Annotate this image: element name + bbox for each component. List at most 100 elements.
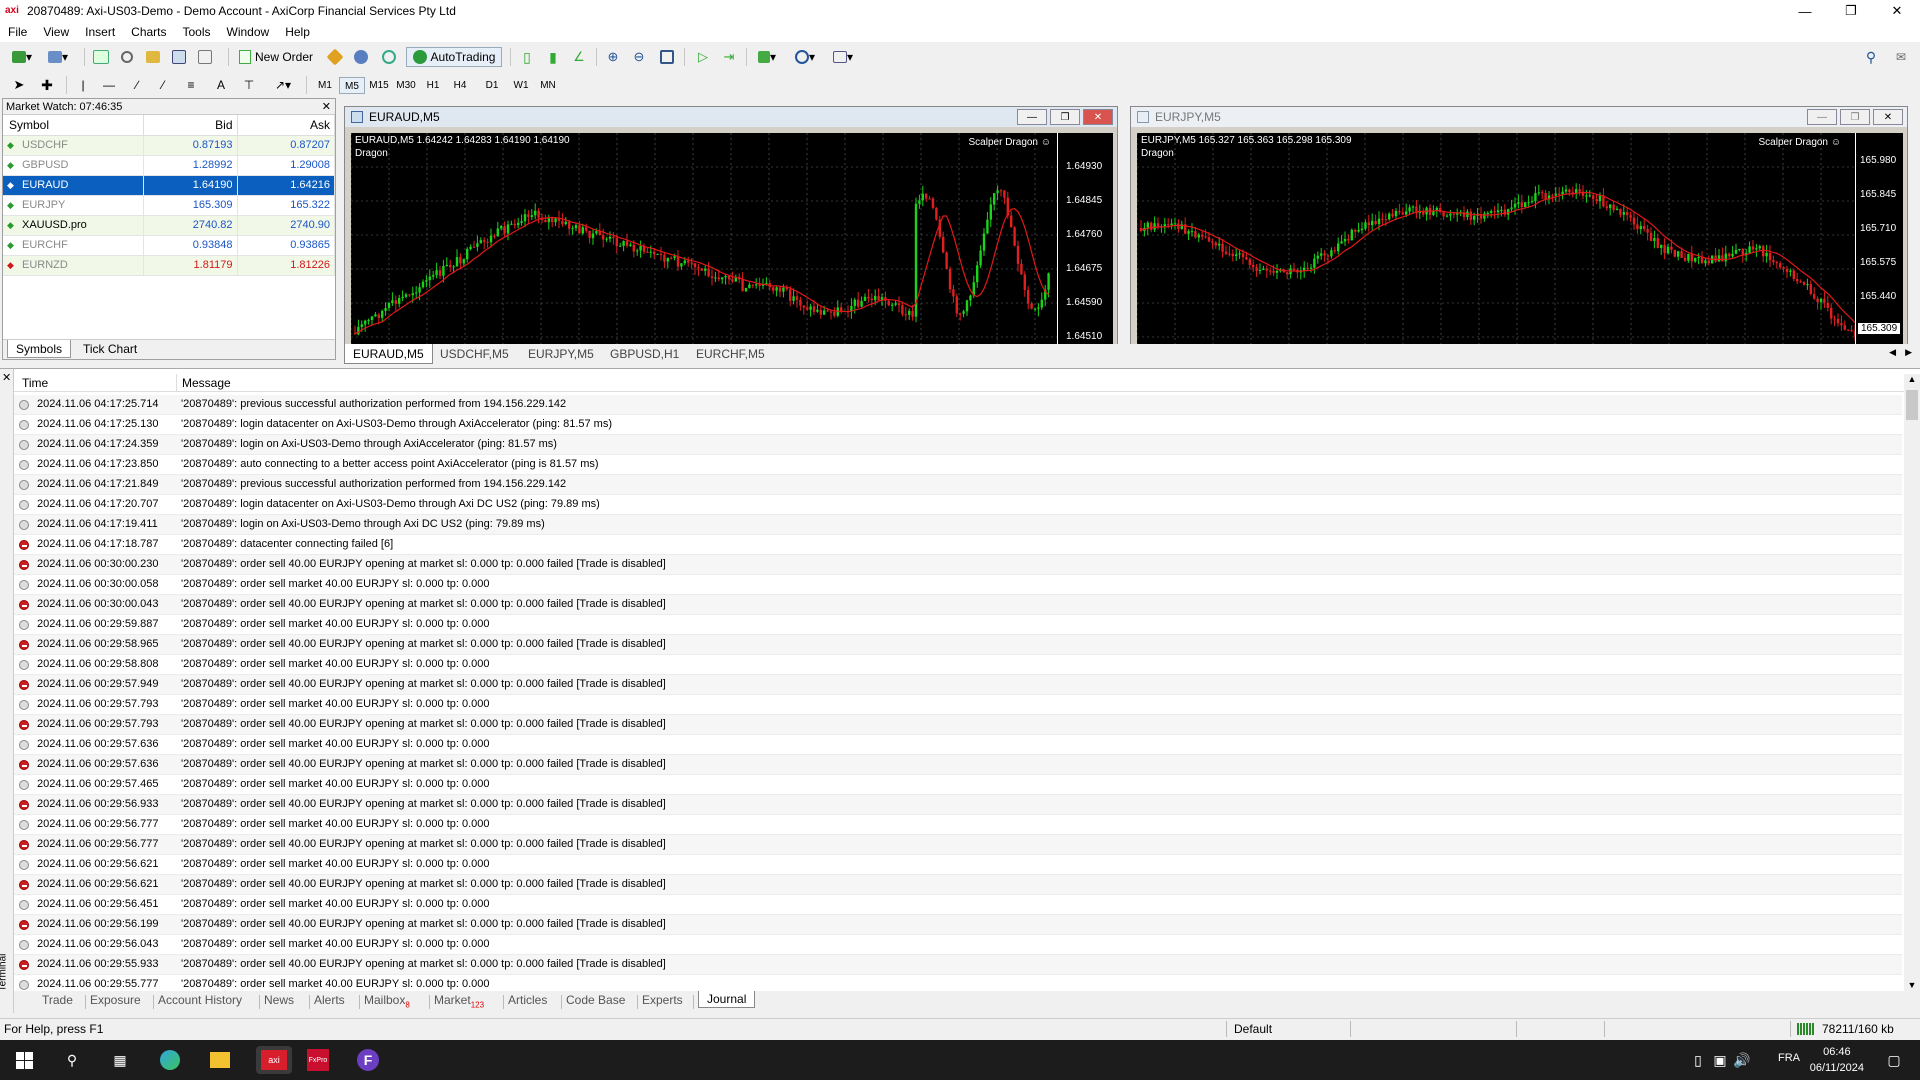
terminal-tab-code-base[interactable]: Code Base bbox=[566, 993, 625, 1007]
system-clock[interactable]: 06:46 06/11/2024 bbox=[1810, 1044, 1864, 1076]
arrows-icon[interactable]: ↗▾ bbox=[268, 75, 298, 95]
journal-row[interactable]: 2024.11.06 04:17:24.359 '20870489': login… bbox=[14, 435, 1902, 455]
journal-row[interactable]: 2024.11.06 00:29:56.777 '20870489': order… bbox=[14, 835, 1902, 855]
bar-chart-icon[interactable]: ▯ bbox=[516, 47, 538, 67]
journal-row[interactable]: 2024.11.06 00:29:56.621 '20870489': order… bbox=[14, 875, 1902, 895]
indicators-icon[interactable]: ▾ bbox=[752, 47, 782, 67]
chart-close-button[interactable]: ✕ bbox=[1873, 109, 1903, 125]
strategy-tester-icon[interactable] bbox=[194, 47, 216, 67]
new-order-button[interactable]: New Order bbox=[236, 47, 316, 67]
journal-row[interactable]: 2024.11.06 00:29:56.451 '20870489': order… bbox=[14, 895, 1902, 915]
journal-row[interactable]: 2024.11.06 00:29:58.965 '20870489': order… bbox=[14, 635, 1902, 655]
text-icon[interactable]: A bbox=[210, 75, 232, 95]
journal-row[interactable]: 2024.11.06 00:30:00.230 '20870489': order… bbox=[14, 555, 1902, 575]
journal-row[interactable]: 2024.11.06 04:17:25.130 '20870489': login… bbox=[14, 415, 1902, 435]
candlestick-icon[interactable]: ▮ bbox=[542, 47, 564, 67]
tab-symbols[interactable]: Symbols bbox=[7, 340, 72, 358]
menu-window[interactable]: Window bbox=[219, 25, 278, 39]
column-time[interactable]: Time bbox=[22, 376, 48, 390]
journal-row[interactable]: 2024.11.06 04:17:21.849 '20870489': previ… bbox=[14, 475, 1902, 495]
tabs-scroll-right-icon[interactable]: ▶ bbox=[1905, 347, 1912, 358]
line-chart-icon[interactable]: ∠ bbox=[568, 47, 590, 67]
journal-row[interactable]: 2024.11.06 04:17:19.411 '20870489': login… bbox=[14, 515, 1902, 535]
market-watch-row[interactable]: ◆ EURNZD 1.81179 1.81226 bbox=[3, 255, 335, 276]
journal-row[interactable]: 2024.11.06 00:29:56.621 '20870489': order… bbox=[14, 855, 1902, 875]
menu-view[interactable]: View bbox=[35, 25, 77, 39]
chart-shift-icon[interactable]: ⇥ bbox=[718, 47, 740, 67]
journal-row[interactable]: 2024.11.06 00:29:57.949 '20870489': order… bbox=[14, 675, 1902, 695]
chart-canvas[interactable]: EURAUD,M5 1.64242 1.64283 1.64190 1.6419… bbox=[351, 133, 1113, 345]
journal-row[interactable]: 2024.11.06 00:29:58.808 '20870489': order… bbox=[14, 655, 1902, 675]
market-watch-row[interactable]: ◆ USDCHF 0.87193 0.87207 bbox=[3, 135, 335, 156]
column-message[interactable]: Message bbox=[182, 376, 231, 390]
journal-row[interactable]: 2024.11.06 00:29:55.933 '20870489': order… bbox=[14, 955, 1902, 975]
minimize-button[interactable]: — bbox=[1782, 0, 1828, 22]
journal-row[interactable]: 2024.11.06 04:17:25.714 '20870489': previ… bbox=[14, 395, 1902, 415]
zoom-out-icon[interactable]: ⊖ bbox=[628, 47, 650, 67]
journal-row[interactable]: 2024.11.06 00:29:57.793 '20870489': order… bbox=[14, 695, 1902, 715]
scroll-thumb[interactable] bbox=[1906, 390, 1918, 420]
auto-scroll-icon[interactable]: ▷ bbox=[692, 47, 714, 67]
fibonacci-icon[interactable]: ≡ bbox=[180, 75, 202, 95]
menu-file[interactable]: File bbox=[0, 25, 35, 39]
forex-app-icon[interactable]: FxPro bbox=[304, 1046, 332, 1074]
file-explorer-icon[interactable] bbox=[206, 1046, 234, 1074]
journal-row[interactable]: 2024.11.06 00:29:57.793 '20870489': order… bbox=[14, 715, 1902, 735]
chart-tab-eurchf[interactable]: EURCHF,M5 bbox=[688, 344, 773, 364]
terminal-tab-mailbox[interactable]: Mailbox8 bbox=[364, 993, 410, 1009]
timeframe-h4[interactable]: H4 bbox=[447, 77, 473, 94]
journal-row[interactable]: 2024.11.06 00:29:59.887 '20870489': order… bbox=[14, 615, 1902, 635]
equidistant-channel-icon[interactable]: ⁄ bbox=[152, 75, 174, 95]
journal-row[interactable]: 2024.11.06 00:29:56.199 '20870489': order… bbox=[14, 915, 1902, 935]
metaeditor-icon[interactable] bbox=[324, 47, 346, 67]
search-icon[interactable]: ⚲ bbox=[1860, 47, 1882, 67]
timeframe-w1[interactable]: W1 bbox=[508, 77, 534, 94]
menu-tools[interactable]: Tools bbox=[175, 25, 219, 39]
autotrading-button[interactable]: AutoTrading bbox=[406, 47, 502, 67]
axi-app-icon[interactable]: axi bbox=[256, 1046, 292, 1074]
column-symbol[interactable]: Symbol bbox=[3, 115, 144, 136]
close-button[interactable]: ✕ bbox=[1874, 0, 1920, 22]
menu-insert[interactable]: Insert bbox=[77, 25, 123, 39]
journal-row[interactable]: 2024.11.06 00:29:57.636 '20870489': order… bbox=[14, 735, 1902, 755]
timeframe-m5[interactable]: M5 bbox=[339, 77, 365, 94]
close-icon[interactable]: ✕ bbox=[322, 99, 331, 115]
terminal-tab-exposure[interactable]: Exposure bbox=[90, 993, 141, 1007]
chart-tab-usdchf[interactable]: USDCHF,M5 bbox=[432, 344, 517, 364]
trendline-icon[interactable]: ∕ bbox=[126, 75, 148, 95]
windows-start-icon[interactable] bbox=[10, 1046, 38, 1074]
chart-close-button[interactable]: ✕ bbox=[1083, 109, 1113, 125]
task-view-icon[interactable]: ▦ bbox=[106, 1046, 134, 1074]
market-watch-row[interactable]: ◆ GBPUSD 1.28992 1.29008 bbox=[3, 155, 335, 176]
text-label-icon[interactable]: ⊤ bbox=[238, 75, 260, 95]
journal-row[interactable]: 2024.11.06 00:29:57.636 '20870489': order… bbox=[14, 755, 1902, 775]
timeframe-m1[interactable]: M1 bbox=[312, 77, 338, 94]
tabs-scroll-left-icon[interactable]: ◀ bbox=[1889, 347, 1896, 358]
chat-icon[interactable]: ✉ bbox=[1890, 47, 1912, 67]
usb-icon[interactable]: ▯ bbox=[1690, 1046, 1706, 1074]
timeframe-m15[interactable]: M15 bbox=[366, 77, 392, 94]
market-watch-row[interactable]: ◆ XAUUSD.pro 2740.82 2740.90 bbox=[3, 215, 335, 236]
journal-row[interactable]: 2024.11.06 00:30:00.058 '20870489': order… bbox=[14, 575, 1902, 595]
chart-tab-euraud[interactable]: EURAUD,M5 bbox=[344, 344, 433, 364]
scroll-up-icon[interactable]: ▲ bbox=[1904, 374, 1920, 388]
search-icon[interactable]: ⚲ bbox=[58, 1046, 86, 1074]
vertical-scrollbar[interactable]: ▲ ▼ bbox=[1904, 374, 1920, 994]
edge-icon[interactable] bbox=[156, 1046, 184, 1074]
templates-icon[interactable]: ▾ bbox=[828, 47, 858, 67]
timeframe-m30[interactable]: M30 bbox=[393, 77, 419, 94]
f-app-icon[interactable]: F bbox=[354, 1046, 382, 1074]
profiles-icon[interactable]: ▾ bbox=[44, 47, 72, 67]
chart-canvas[interactable]: EURJPY,M5 165.327 165.363 165.298 165.30… bbox=[1137, 133, 1903, 345]
market-watch-row[interactable]: ◆ EURJPY 165.309 165.322 bbox=[3, 195, 335, 216]
terminal-tab-account-history[interactable]: Account History bbox=[158, 993, 242, 1007]
market-watch-row[interactable]: ◆ EURAUD 1.64190 1.64216 bbox=[3, 175, 335, 196]
restore-button[interactable]: ❐ bbox=[1828, 0, 1874, 22]
journal-row[interactable]: 2024.11.06 04:17:23.850 '20870489': auto … bbox=[14, 455, 1902, 475]
market-watch-icon[interactable] bbox=[90, 47, 112, 67]
terminal-tab-market[interactable]: Market123 bbox=[434, 993, 484, 1009]
volume-icon[interactable]: 🔊 bbox=[1732, 1046, 1752, 1074]
column-bid[interactable]: Bid bbox=[143, 115, 238, 136]
journal-row[interactable]: 2024.11.06 04:17:18.787 '20870489': datac… bbox=[14, 535, 1902, 555]
cursor-icon[interactable]: ➤ bbox=[8, 75, 30, 95]
